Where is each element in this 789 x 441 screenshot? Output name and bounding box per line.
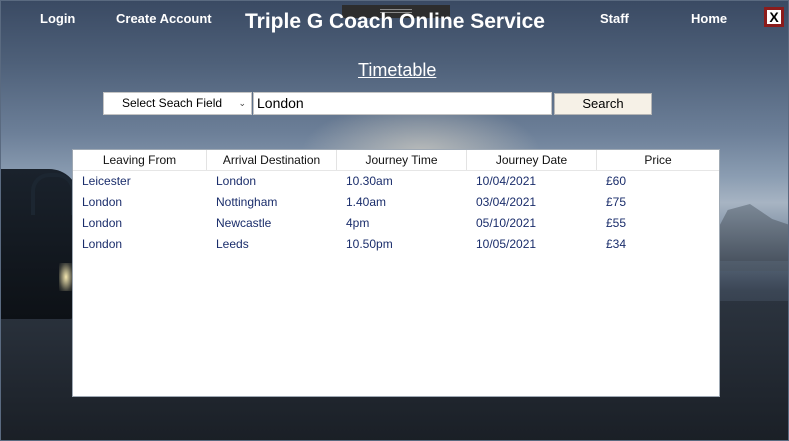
cell-arrival-destination: London xyxy=(216,174,257,188)
cell-arrival-destination: Nottingham xyxy=(216,195,278,209)
chevron-down-icon: ⌄ xyxy=(238,98,246,108)
table-row[interactable]: London Nottingham 1.40am 03/04/2021 £75 xyxy=(73,192,719,213)
column-header-leaving-from[interactable]: Leaving From xyxy=(73,150,207,170)
cell-price: £55 xyxy=(606,216,627,230)
nav-home-link[interactable]: Home xyxy=(691,11,727,26)
cell-arrival-destination: Newcastle xyxy=(216,216,272,230)
column-header-price[interactable]: Price xyxy=(597,150,719,170)
cell-journey-date: 03/04/2021 xyxy=(476,195,537,209)
cell-journey-date: 10/05/2021 xyxy=(476,237,537,251)
cell-price: £75 xyxy=(606,195,627,209)
page-heading-timetable[interactable]: Timetable xyxy=(358,60,436,81)
column-header-journey-time[interactable]: Journey Time xyxy=(337,150,467,170)
cell-journey-time: 4pm xyxy=(346,216,370,230)
app-title: Triple G Coach Online Service xyxy=(245,10,545,33)
cell-journey-time: 10.50pm xyxy=(346,237,393,251)
cell-price: £34 xyxy=(606,237,627,251)
column-header-arrival-destination[interactable]: Arrival Destination xyxy=(207,150,337,170)
timetable-table: Leaving From Arrival Destination Journey… xyxy=(72,149,720,397)
background-coach-mirror xyxy=(31,173,75,215)
close-button[interactable]: X xyxy=(764,7,784,27)
cell-leaving-from: London xyxy=(82,237,123,251)
nav-create-account-link[interactable]: Create Account xyxy=(116,11,212,26)
search-button[interactable]: Search xyxy=(554,93,652,115)
cell-leaving-from: Leicester xyxy=(82,174,131,188)
cell-journey-date: 05/10/2021 xyxy=(476,216,537,230)
cell-price: £60 xyxy=(606,174,627,188)
search-input[interactable]: London xyxy=(253,92,552,115)
nav-staff-link[interactable]: Staff xyxy=(600,11,629,26)
table-row[interactable]: London Leeds 10.50pm 10/05/2021 £34 xyxy=(73,234,719,255)
cell-arrival-destination: Leeds xyxy=(216,237,249,251)
cell-leaving-from: London xyxy=(82,216,123,230)
app-window: Login Create Account Triple G Coach Onli… xyxy=(0,0,789,441)
background-coach-headlight xyxy=(59,263,73,291)
nav-login-link[interactable]: Login xyxy=(40,11,75,26)
cell-journey-date: 10/04/2021 xyxy=(476,174,537,188)
search-field-select[interactable]: Select Seach Field ⌄ xyxy=(103,92,252,115)
cell-leaving-from: London xyxy=(82,195,123,209)
cell-journey-time: 1.40am xyxy=(346,195,387,209)
table-row[interactable]: London Newcastle 4pm 05/10/2021 £55 xyxy=(73,213,719,234)
search-field-select-value: Select Seach Field xyxy=(122,96,223,110)
cell-journey-time: 10.30am xyxy=(346,174,393,188)
table-header: Leaving From Arrival Destination Journey… xyxy=(73,150,719,171)
table-row[interactable]: Leicester London 10.30am 10/04/2021 £60 xyxy=(73,171,719,192)
column-header-journey-date[interactable]: Journey Date xyxy=(467,150,597,170)
